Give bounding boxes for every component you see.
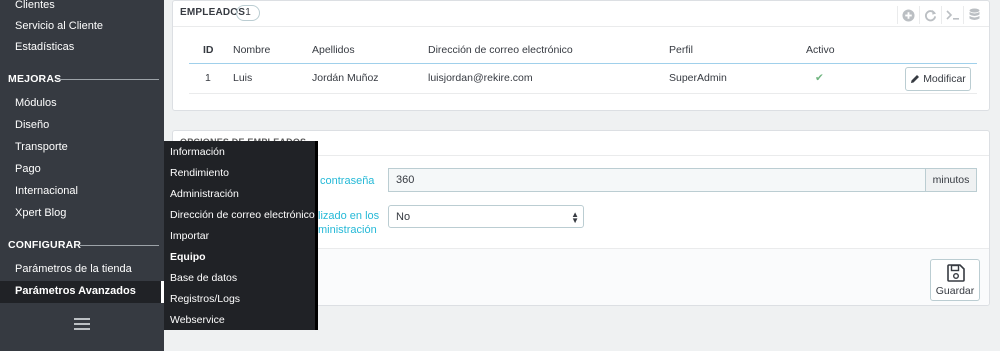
sidebar-item-estadisticas[interactable]: Estadísticas	[15, 41, 74, 53]
active-check-icon[interactable]: ✔	[815, 72, 824, 84]
localized-label-line1: lizado en los	[318, 210, 380, 222]
refresh-icon[interactable]	[919, 6, 941, 24]
sidebar-item-xpert-blog[interactable]: Xpert Blog	[15, 207, 66, 219]
panel-heading-divider	[173, 26, 989, 27]
submenu-item-importar[interactable]: Importar	[170, 230, 209, 242]
sidebar-item-internacional[interactable]: Internacional	[15, 185, 78, 197]
cell-nombre: Luis	[233, 72, 253, 84]
database-icon[interactable]	[963, 6, 985, 24]
cell-email: luisjordan@rekire.com	[428, 72, 533, 84]
password-frequency-label: contraseña	[320, 175, 375, 187]
save-button[interactable]: Guardar	[930, 259, 980, 301]
column-header-activo[interactable]: Activo	[806, 44, 835, 56]
cell-perfil: SuperAdmin	[669, 72, 727, 84]
table-row-divider	[189, 93, 977, 94]
menu-toggle-icon[interactable]	[74, 318, 90, 333]
section-divider	[57, 79, 159, 80]
cell-id: 1	[205, 72, 211, 84]
localized-select-value: No	[396, 210, 411, 223]
localized-select[interactable]: No ▲ ▼	[388, 205, 584, 228]
cell-apellidos: Jordán Muñoz	[312, 72, 379, 84]
submenu-item-base-datos[interactable]: Base de datos	[170, 272, 237, 284]
save-button-label: Guardar	[935, 285, 975, 297]
localized-label-line2: ministración	[318, 224, 377, 236]
sidebar-item-transporte[interactable]: Transporte	[15, 141, 68, 153]
sql-query-icon[interactable]	[941, 6, 963, 24]
column-header-apellidos[interactable]: Apellidos	[312, 44, 355, 56]
submenu-item-registros[interactable]: Registros/Logs	[170, 293, 240, 305]
save-icon	[947, 264, 965, 282]
column-header-nombre[interactable]: Nombre	[233, 44, 270, 56]
column-header-id[interactable]: ID	[203, 44, 214, 56]
submenu-item-informacion[interactable]: Información	[170, 146, 225, 158]
pencil-icon	[911, 75, 920, 83]
submenu-item-administracion[interactable]: Administración	[170, 188, 239, 200]
minutes-unit-addon: minutos	[926, 168, 977, 192]
employees-panel: EMPLEADOS 1 ID Nombre Apellidos Direcció…	[172, 0, 990, 111]
section-mejoras: MEJORAS	[8, 73, 62, 85]
sidebar-item-clientes[interactable]: Clientes	[15, 0, 55, 11]
submenu-item-webservice[interactable]: Webservice	[170, 314, 225, 326]
sidebar-item-servicio-cliente[interactable]: Servicio al Cliente	[15, 20, 103, 32]
section-configurar: CONFIGURAR	[8, 239, 82, 251]
table-header-divider	[189, 63, 977, 64]
submenu-item-rendimiento[interactable]: Rendimiento	[170, 167, 229, 179]
column-header-email[interactable]: Dirección de correo electrónico	[428, 44, 573, 56]
sidebar-item-pago[interactable]: Pago	[15, 163, 41, 175]
advanced-parameters-submenu: Información Rendimiento Administración D…	[164, 141, 318, 330]
section-divider	[80, 245, 159, 246]
column-header-perfil[interactable]: Perfil	[669, 44, 693, 56]
password-frequency-input[interactable]: 360	[388, 168, 926, 192]
sidebar-item-modulos[interactable]: Módulos	[15, 97, 57, 109]
sidebar-item-parametros-tienda[interactable]: Parámetros de la tienda	[15, 263, 132, 275]
add-icon[interactable]	[897, 6, 919, 24]
employee-count-badge: 1	[236, 5, 260, 21]
sidebar: Clientes Servicio al Cliente Estadística…	[0, 0, 164, 351]
edit-button[interactable]: Modificar	[905, 67, 971, 91]
select-caret-icon: ▲ ▼	[571, 210, 579, 225]
submenu-item-email[interactable]: Dirección de correo electrónico	[170, 209, 315, 221]
submenu-item-equipo[interactable]: Equipo	[170, 251, 206, 263]
sidebar-item-parametros-avanzados[interactable]: Parámetros Avanzados	[15, 285, 136, 297]
sidebar-item-diseno[interactable]: Diseño	[15, 119, 49, 131]
edit-button-label: Modificar	[923, 73, 966, 85]
